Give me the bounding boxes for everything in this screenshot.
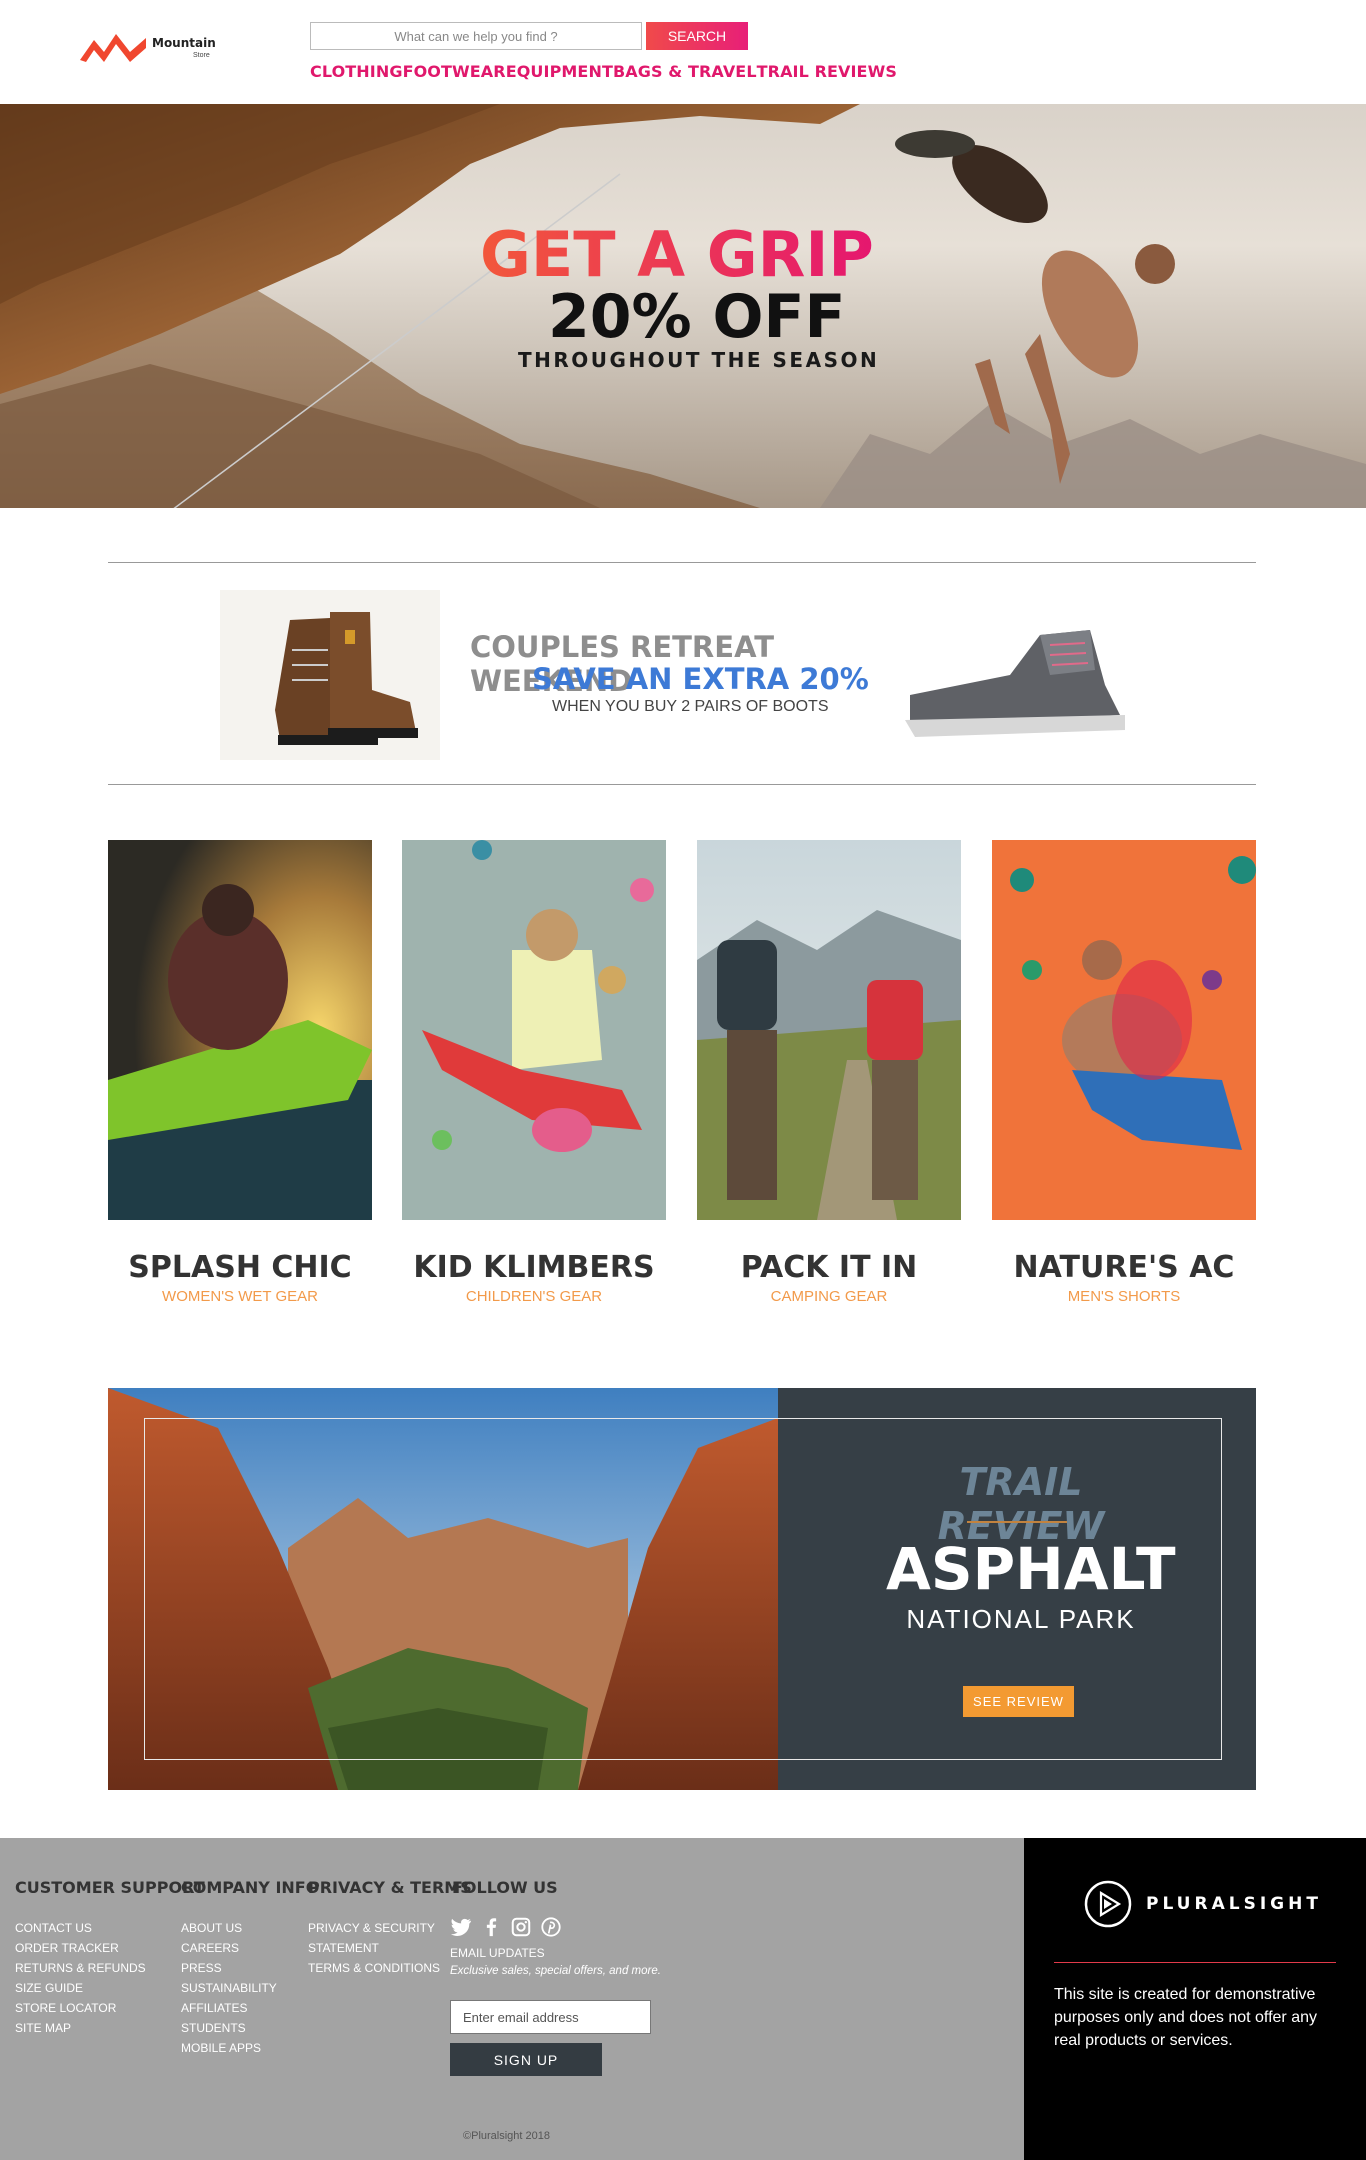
- footer-link-mobile-apps[interactable]: MOBILE APPS: [181, 2038, 277, 2058]
- promo-details: WHEN YOU BUY 2 PAIRS OF BOOTS: [552, 698, 829, 715]
- card-title: KID KLIMBERS: [413, 1250, 655, 1285]
- card-title: SPLASH CHIC: [128, 1250, 352, 1285]
- footer-link-about-us[interactable]: ABOUT US: [181, 1918, 277, 1938]
- kayak-photo: [108, 840, 372, 1220]
- footer-heading-company-info: COMPANY INFO: [181, 1878, 320, 1897]
- wall-climber-photo: [992, 840, 1256, 1220]
- footer-heading-customer-support: CUSTOMER SUPPORT: [15, 1878, 205, 1897]
- hero-subline: THROUGHOUT THE SEASON: [518, 348, 880, 372]
- search-input[interactable]: [310, 22, 642, 50]
- hero-offer: 20% OFF: [548, 282, 846, 352]
- footer-heading-privacy-terms: PRIVACY & TERMS: [308, 1878, 472, 1897]
- nav-bags-travel[interactable]: BAGS & TRAVEL: [613, 62, 757, 81]
- card-subtitle: MEN'S SHORTS: [1067, 1288, 1181, 1305]
- footer-link-affiliates[interactable]: AFFILIATES: [181, 1998, 277, 2018]
- divider-top: [108, 562, 1256, 563]
- sidebar-divider: [1054, 1962, 1336, 1963]
- footer-col-privacy-terms: PRIVACY & SECURITY STATEMENT TERMS & CON…: [308, 1918, 440, 1978]
- copyright: ©Pluralsight 2018: [463, 2130, 550, 2142]
- trail-name: ASPHALT: [886, 1535, 1176, 1603]
- footer-link-order-tracker[interactable]: ORDER TRACKER: [15, 1938, 146, 1958]
- email-updates-label: EMAIL UPDATES: [450, 1946, 545, 1960]
- site-header: Mountain Store SEARCH CLOTHING FOOTWEAR …: [0, 0, 1366, 104]
- hikers-photo: [697, 840, 961, 1220]
- canyon-image: [108, 1388, 778, 1790]
- facebook-icon[interactable]: [480, 1916, 502, 1938]
- boots-promo[interactable]: COUPLES RETREAT WEEKEND SAVE AN EXTRA 20…: [220, 590, 1140, 760]
- trail-review-feature: TRAIL REVIEW ASPHALT NATIONAL PARK SEE R…: [108, 1388, 1256, 1790]
- brown-boots-image: [220, 590, 440, 760]
- footer-col-company-info: ABOUT US CAREERS PRESS SUSTAINABILITY AF…: [181, 1918, 277, 2058]
- footer-link-privacy-security[interactable]: PRIVACY & SECURITY: [308, 1918, 440, 1938]
- email-input[interactable]: [450, 2000, 651, 2034]
- see-review-button[interactable]: SEE REVIEW: [963, 1686, 1074, 1717]
- mountain-logo-icon: [80, 34, 146, 62]
- footer-heading-follow-us: FOLLOW US: [452, 1878, 558, 1897]
- trail-divider: [967, 1521, 1067, 1523]
- card-subtitle: WOMEN'S WET GEAR: [162, 1288, 318, 1305]
- footer-link-returns-refunds[interactable]: RETURNS & REFUNDS: [15, 1958, 146, 1978]
- store-logo[interactable]: Mountain Store: [80, 30, 230, 70]
- footer-link-store-locator[interactable]: STORE LOCATOR: [15, 1998, 146, 2018]
- instagram-icon[interactable]: [510, 1916, 532, 1938]
- footer-link-size-guide[interactable]: SIZE GUIDE: [15, 1978, 146, 1998]
- brand-name: Mountain: [152, 36, 216, 50]
- nav-footwear[interactable]: FOOTWEAR: [403, 62, 506, 81]
- divider-bottom: [108, 784, 1256, 785]
- pluralsight-logo[interactable]: PLURALSIGHT: [1084, 1880, 1322, 1928]
- brand-tagline: Store: [193, 52, 210, 59]
- footer-link-students[interactable]: STUDENTS: [181, 2018, 277, 2038]
- hero-headline: GET A GRIP: [480, 218, 874, 291]
- footer-link-careers[interactable]: CAREERS: [181, 1938, 277, 1958]
- card-subtitle: CAMPING GEAR: [770, 1288, 888, 1305]
- card-subtitle: CHILDREN'S GEAR: [465, 1288, 603, 1305]
- nav-equipment[interactable]: EQUIPMENT: [506, 62, 613, 81]
- footer-link-terms-conditions[interactable]: TERMS & CONDITIONS: [308, 1958, 440, 1978]
- search-button[interactable]: SEARCH: [646, 22, 748, 50]
- main-nav: CLOTHING FOOTWEAR EQUIPMENT BAGS & TRAVE…: [310, 62, 897, 81]
- nav-clothing[interactable]: CLOTHING: [310, 62, 403, 81]
- footer-col-customer-support: CONTACT US ORDER TRACKER RETURNS & REFUN…: [15, 1918, 146, 2038]
- pluralsight-wordmark: PLURALSIGHT: [1146, 1894, 1322, 1914]
- sign-up-button[interactable]: SIGN UP: [450, 2043, 602, 2076]
- social-links: [450, 1916, 562, 1938]
- footer-link-sustainability[interactable]: SUSTAINABILITY: [181, 1978, 277, 1998]
- site-footer: CUSTOMER SUPPORT COMPANY INFO PRIVACY & …: [0, 1838, 1024, 2160]
- footer-link-contact-us[interactable]: CONTACT US: [15, 1918, 146, 1938]
- promo-offer: SAVE AN EXTRA 20%: [532, 662, 869, 696]
- pinterest-icon[interactable]: [540, 1916, 562, 1938]
- card-title: PACK IT IN: [740, 1250, 918, 1285]
- nav-trail-reviews[interactable]: TRAIL REVIEWS: [757, 62, 897, 81]
- footer-link-press[interactable]: PRESS: [181, 1958, 277, 1978]
- disclaimer-text: This site is created for demonstrative p…: [1054, 1986, 1317, 2049]
- footer-link-site-map[interactable]: SITE MAP: [15, 2018, 146, 2038]
- gray-boot-image: [905, 630, 1125, 737]
- kid-climbing-photo: [402, 840, 666, 1220]
- card-title: NATURE'S AC: [1013, 1250, 1235, 1285]
- hero-banner[interactable]: GET A GRIP 20% OFF THROUGHOUT THE SEASON: [0, 104, 1366, 508]
- footer-link-statement[interactable]: STATEMENT: [308, 1938, 440, 1958]
- trail-subtitle: NATIONAL PARK: [906, 1604, 1136, 1634]
- pluralsight-sidebar: PLURALSIGHT This site is created for dem…: [1024, 1838, 1366, 2160]
- twitter-icon[interactable]: [450, 1916, 472, 1938]
- pluralsight-play-icon: [1084, 1880, 1132, 1928]
- email-updates-note: Exclusive sales, special offers, and mor…: [450, 1965, 661, 1977]
